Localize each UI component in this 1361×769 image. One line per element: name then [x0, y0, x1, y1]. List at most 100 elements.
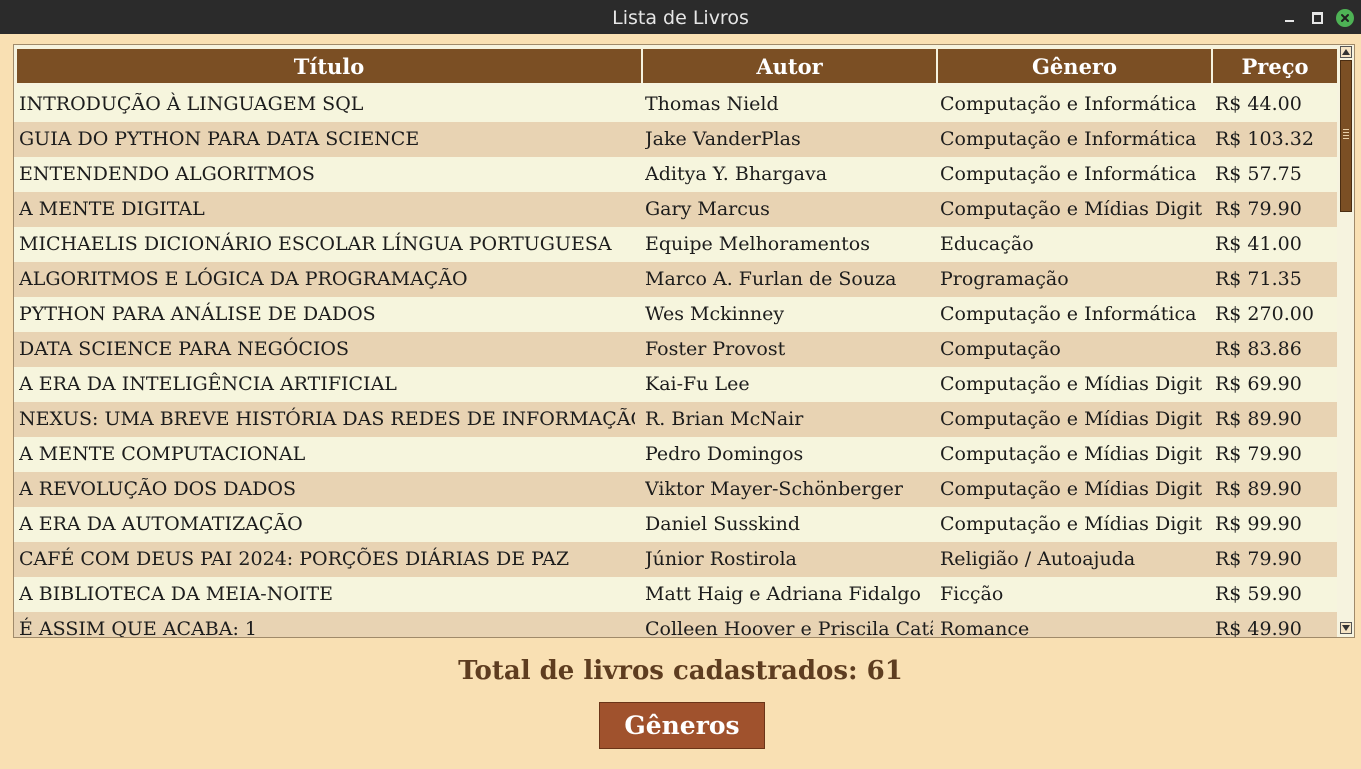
- cell-title: A BIBLIOTECA DA MEIA-NOITE: [19, 583, 333, 605]
- cell-price: R$ 71.35: [1215, 268, 1302, 290]
- cell-genre: Computação e Informática: [940, 303, 1197, 325]
- cell-price: R$ 79.90: [1215, 198, 1302, 220]
- cell-genre: Computação e Informática: [940, 93, 1197, 115]
- table-row[interactable]: MICHAELIS DICIONÁRIO ESCOLAR LÍNGUA PORT…: [14, 227, 1337, 262]
- scroll-thumb[interactable]: [1340, 60, 1352, 212]
- cell-title: ALGORITMOS E LÓGICA DA PROGRAMAÇÃO: [19, 268, 468, 290]
- cell-title: NEXUS: UMA BREVE HISTÓRIA DAS REDES DE I…: [19, 408, 635, 430]
- cell-author: Daniel Susskind: [645, 513, 800, 535]
- cell-price: R$ 59.90: [1215, 583, 1302, 605]
- cell-title: A REVOLUÇÃO DOS DADOS: [19, 478, 297, 500]
- table-row[interactable]: ALGORITMOS E LÓGICA DA PROGRAMAÇÃO Marco …: [14, 262, 1337, 297]
- column-header-author[interactable]: Autor: [642, 48, 937, 84]
- cell-genre: Religião / Autoajuda: [940, 548, 1136, 570]
- table-row[interactable]: CAFÉ COM DEUS PAI 2024: PORÇÕES DIÁRIAS …: [14, 542, 1337, 577]
- table-row[interactable]: PYTHON PARA ANÁLISE DE DADOS Wes Mckinney…: [14, 297, 1337, 332]
- cell-author: Colleen Hoover e Priscila Catão: [645, 618, 933, 638]
- arrow-down-icon: [1342, 625, 1350, 631]
- cell-genre: Programação: [940, 268, 1069, 290]
- minimize-icon: [1284, 20, 1294, 22]
- table-row[interactable]: A MENTE COMPUTACIONAL Pedro Domingos Compu…: [14, 437, 1337, 472]
- cell-title: A ERA DA AUTOMATIZAÇÃO: [19, 513, 303, 535]
- cell-genre: Computação e Mídias Digitais: [940, 408, 1203, 430]
- table-row[interactable]: A REVOLUÇÃO DOS DADOS Viktor Mayer-Schönb…: [14, 472, 1337, 507]
- column-header-title[interactable]: Título: [16, 48, 642, 84]
- scroll-down-arrow[interactable]: [1340, 622, 1352, 634]
- maximize-button[interactable]: [1308, 9, 1326, 27]
- cell-author: Aditya Y. Bhargava: [645, 163, 828, 185]
- cell-author: Equipe Melhoramentos: [645, 233, 870, 255]
- cell-price: R$ 99.90: [1215, 513, 1302, 535]
- table-row[interactable]: É ASSIM QUE ACABA: 1 Colleen Hoover e Pri…: [14, 612, 1337, 638]
- genres-button[interactable]: Gêneros: [599, 702, 765, 749]
- table-row[interactable]: NEXUS: UMA BREVE HISTÓRIA DAS REDES DE I…: [14, 402, 1337, 437]
- table-row[interactable]: INTRODUÇÃO À LINGUAGEM SQL Thomas Nield Co…: [14, 87, 1337, 122]
- table-row[interactable]: DATA SCIENCE PARA NEGÓCIOS Foster Provost…: [14, 332, 1337, 367]
- cell-author: R. Brian McNair: [645, 408, 804, 430]
- cell-title: PYTHON PARA ANÁLISE DE DADOS: [19, 303, 376, 325]
- cell-genre: Computação e Informática: [940, 163, 1197, 185]
- column-header-genre[interactable]: Gênero: [937, 48, 1212, 84]
- cell-genre: Romance: [940, 618, 1030, 638]
- cell-price: R$ 79.90: [1215, 548, 1302, 570]
- cell-title: A MENTE DIGITAL: [19, 198, 205, 220]
- cell-price: R$ 89.90: [1215, 408, 1302, 430]
- cell-price: R$ 270.00: [1215, 303, 1314, 325]
- table-row[interactable]: ENTENDENDO ALGORITMOS Aditya Y. Bhargava C…: [14, 157, 1337, 192]
- cell-price: R$ 44.00: [1215, 93, 1302, 115]
- cell-price: R$ 89.90: [1215, 478, 1302, 500]
- column-header-price[interactable]: Preço: [1212, 48, 1338, 84]
- cell-author: Matt Haig e Adriana Fidalgo: [645, 583, 921, 605]
- cell-author: Jake VanderPlas: [645, 128, 801, 150]
- maximize-icon: [1311, 12, 1323, 24]
- cell-title: MICHAELIS DICIONÁRIO ESCOLAR LÍNGUA PORT…: [19, 233, 612, 255]
- cell-title: GUIA DO PYTHON PARA DATA SCIENCE: [19, 128, 420, 150]
- cell-author: Pedro Domingos: [645, 443, 804, 465]
- cell-title: A ERA DA INTELIGÊNCIA ARTIFICIAL: [19, 373, 397, 395]
- window-titlebar: Lista de Livros: [0, 0, 1361, 34]
- cell-title: INTRODUÇÃO À LINGUAGEM SQL: [19, 93, 364, 115]
- cell-author: Foster Provost: [645, 338, 786, 360]
- cell-title: DATA SCIENCE PARA NEGÓCIOS: [19, 338, 350, 360]
- cell-author: Kai-Fu Lee: [645, 373, 750, 395]
- cell-price: R$ 57.75: [1215, 163, 1302, 185]
- table-header: Título Autor Gênero Preço: [16, 48, 1338, 86]
- cell-author: Júnior Rostirola: [645, 548, 797, 570]
- cell-genre: Computação: [940, 338, 1061, 360]
- scroll-up-arrow[interactable]: [1340, 46, 1352, 58]
- table-row[interactable]: A BIBLIOTECA DA MEIA-NOITE Matt Haig e Ad…: [14, 577, 1337, 612]
- books-table: Título Autor Gênero Preço INTRODUÇÃO À L…: [13, 44, 1355, 638]
- cell-title: ENTENDENDO ALGORITMOS: [19, 163, 315, 185]
- cell-price: R$ 41.00: [1215, 233, 1302, 255]
- cell-author: Gary Marcus: [645, 198, 770, 220]
- close-button[interactable]: [1336, 9, 1354, 27]
- cell-author: Thomas Nield: [645, 93, 779, 115]
- cell-price: R$ 103.32: [1215, 128, 1314, 150]
- cell-author: Marco A. Furlan de Souza: [645, 268, 897, 290]
- cell-price: R$ 49.90: [1215, 618, 1302, 638]
- table-row[interactable]: A ERA DA AUTOMATIZAÇÃO Daniel Susskind Com…: [14, 507, 1337, 542]
- vertical-scrollbar[interactable]: [1339, 45, 1353, 637]
- minimize-button[interactable]: [1280, 9, 1298, 27]
- cell-price: R$ 69.90: [1215, 373, 1302, 395]
- cell-genre: Computação e Informática: [940, 128, 1197, 150]
- window-title: Lista de Livros: [612, 7, 749, 29]
- cell-price: R$ 83.86: [1215, 338, 1302, 360]
- cell-author: Wes Mckinney: [645, 303, 785, 325]
- cell-author: Viktor Mayer-Schönberger: [645, 478, 903, 500]
- cell-genre: Computação e Mídias Digitais: [940, 513, 1203, 535]
- table-row[interactable]: A ERA DA INTELIGÊNCIA ARTIFICIAL Kai-Fu L…: [14, 367, 1337, 402]
- cell-genre: Computação e Mídias Digitais: [940, 373, 1203, 395]
- table-row[interactable]: GUIA DO PYTHON PARA DATA SCIENCE Jake Van…: [14, 122, 1337, 157]
- close-icon: [1341, 14, 1349, 22]
- arrow-up-icon: [1342, 49, 1350, 55]
- cell-genre: Ficção: [940, 583, 1004, 605]
- cell-title: A MENTE COMPUTACIONAL: [19, 443, 306, 465]
- cell-price: R$ 79.90: [1215, 443, 1302, 465]
- cell-genre: Computação e Mídias Digitais: [940, 198, 1203, 220]
- cell-genre: Computação e Mídias Digitais: [940, 443, 1203, 465]
- cell-title: CAFÉ COM DEUS PAI 2024: PORÇÕES DIÁRIAS …: [19, 548, 570, 570]
- table-row[interactable]: A MENTE DIGITAL Gary Marcus Computação e M…: [14, 192, 1337, 227]
- cell-title: É ASSIM QUE ACABA: 1: [19, 618, 258, 638]
- cell-genre: Educação: [940, 233, 1034, 255]
